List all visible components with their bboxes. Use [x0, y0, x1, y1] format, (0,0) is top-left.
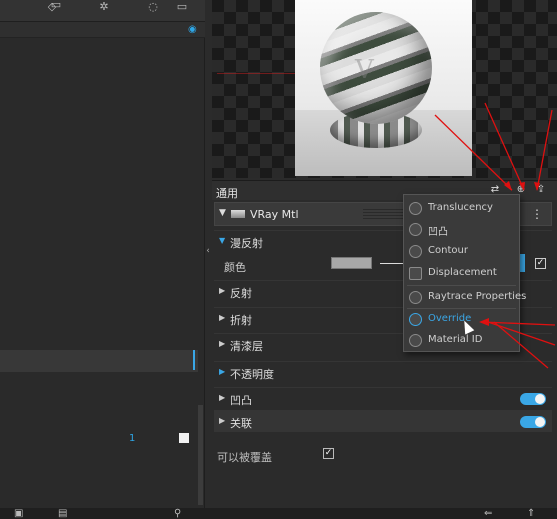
- expand-arrow-icon: ▶: [219, 416, 226, 425]
- tab-general[interactable]: 通用: [216, 185, 238, 201]
- menu-item-label: 凹凸: [428, 227, 448, 238]
- expand-arrow-icon: ▶: [219, 367, 226, 376]
- outliner-scrollbar[interactable]: [198, 405, 203, 505]
- frame-icon[interactable]: ▭: [174, 0, 190, 13]
- section-label: 漫反射: [230, 237, 263, 250]
- menu-item-label: Displacement: [428, 267, 497, 278]
- menu-item-bump[interactable]: 凹凸: [404, 219, 519, 240]
- help-icon[interactable]: ◌: [145, 0, 161, 13]
- expand-arrow-icon: ▶: [219, 313, 226, 322]
- section-bump[interactable]: ▶ 凹凸: [214, 387, 552, 409]
- bottom-toolbar: ▣ ▤ ⚲ ⇐ ⇑: [0, 508, 557, 519]
- outliner-selected-row[interactable]: [0, 350, 198, 372]
- gear-icon[interactable]: ✲: [96, 0, 112, 13]
- up-arrow-icon[interactable]: ⇑: [527, 508, 535, 519]
- save-icon[interactable]: ▣: [14, 508, 23, 519]
- section-label: 清漆层: [230, 340, 263, 353]
- visibility-checkbox[interactable]: [179, 433, 189, 443]
- section-label: 凹凸: [230, 394, 252, 407]
- drag-grip[interactable]: [363, 209, 403, 219]
- expand-arrow-icon: ▶: [219, 393, 226, 402]
- back-arrow-icon[interactable]: ⇐: [484, 508, 492, 519]
- vray-watermark: V: [355, 55, 374, 85]
- preview-sphere: [320, 12, 432, 124]
- expand-arrow-icon: ▶: [219, 286, 226, 295]
- raytrace-icon: [409, 291, 422, 304]
- outliner-header: ◉: [0, 22, 205, 38]
- expand-arrow-icon: ▶: [219, 339, 226, 348]
- override-icon: [409, 313, 422, 326]
- collapse-arrow-icon[interactable]: ▼: [219, 208, 226, 218]
- diffuse-color-swatch[interactable]: [331, 257, 372, 269]
- bump-toggle[interactable]: [520, 393, 546, 405]
- more-options-icon[interactable]: ⋮: [531, 207, 543, 221]
- menu-item-label: Contour: [428, 245, 468, 256]
- eye-icon[interactable]: ◉: [188, 24, 198, 35]
- brush-icon[interactable]: ⚲: [174, 508, 181, 519]
- outliner-panel: [0, 0, 205, 508]
- left-toolbar: ◇ ▭ ✲ ◌ ▭: [0, 0, 205, 22]
- can-override-label: 可以被覆盖: [217, 451, 272, 464]
- item-count: 1: [129, 433, 136, 444]
- material-preview[interactable]: V: [295, 0, 472, 176]
- material-swatch-icon: [231, 210, 245, 218]
- menu-item-translucency[interactable]: Translucency: [404, 198, 519, 219]
- share-icon[interactable]: ⇪: [534, 184, 548, 196]
- displacement-icon: [409, 267, 422, 280]
- menu-item-label: Material ID: [428, 334, 483, 345]
- texture-slot[interactable]: [520, 254, 525, 272]
- section-opacity[interactable]: ▶ 不透明度: [214, 361, 552, 383]
- material-id-icon: [409, 334, 422, 347]
- trash-icon[interactable]: ▤: [58, 508, 67, 519]
- selection-indicator: [193, 350, 195, 370]
- diffuse-checkbox[interactable]: ✓: [535, 258, 546, 269]
- color-label: 颜色: [224, 261, 246, 274]
- section-binding[interactable]: ▶ 关联: [214, 410, 552, 432]
- translucency-icon: [409, 202, 422, 215]
- section-label: 折射: [230, 314, 252, 327]
- menu-item-raytrace-properties[interactable]: Raytrace Properties: [404, 287, 526, 308]
- binding-toggle[interactable]: [520, 416, 546, 428]
- menu-item-label: Translucency: [428, 202, 493, 213]
- menu-item-label: Raytrace Properties: [428, 291, 527, 302]
- contour-icon: [409, 245, 422, 258]
- can-override-checkbox[interactable]: ✓: [323, 448, 334, 459]
- section-label: 不透明度: [230, 368, 274, 381]
- save-icon[interactable]: ▭: [48, 0, 64, 11]
- menu-item-contour[interactable]: Contour: [404, 241, 519, 262]
- preview-guide-line: [217, 73, 297, 74]
- section-label: 反射: [230, 287, 252, 300]
- section-label: 关联: [230, 417, 252, 430]
- panel-collapse-handle[interactable]: ‹: [204, 240, 212, 262]
- bump-icon: [409, 223, 422, 236]
- menu-item-material-id[interactable]: Material ID: [404, 330, 519, 351]
- menu-item-displacement[interactable]: Displacement: [404, 263, 519, 284]
- expand-arrow-icon: ▼: [219, 236, 226, 245]
- menu-separator: [407, 285, 516, 286]
- material-name: VRay Mtl: [250, 208, 299, 221]
